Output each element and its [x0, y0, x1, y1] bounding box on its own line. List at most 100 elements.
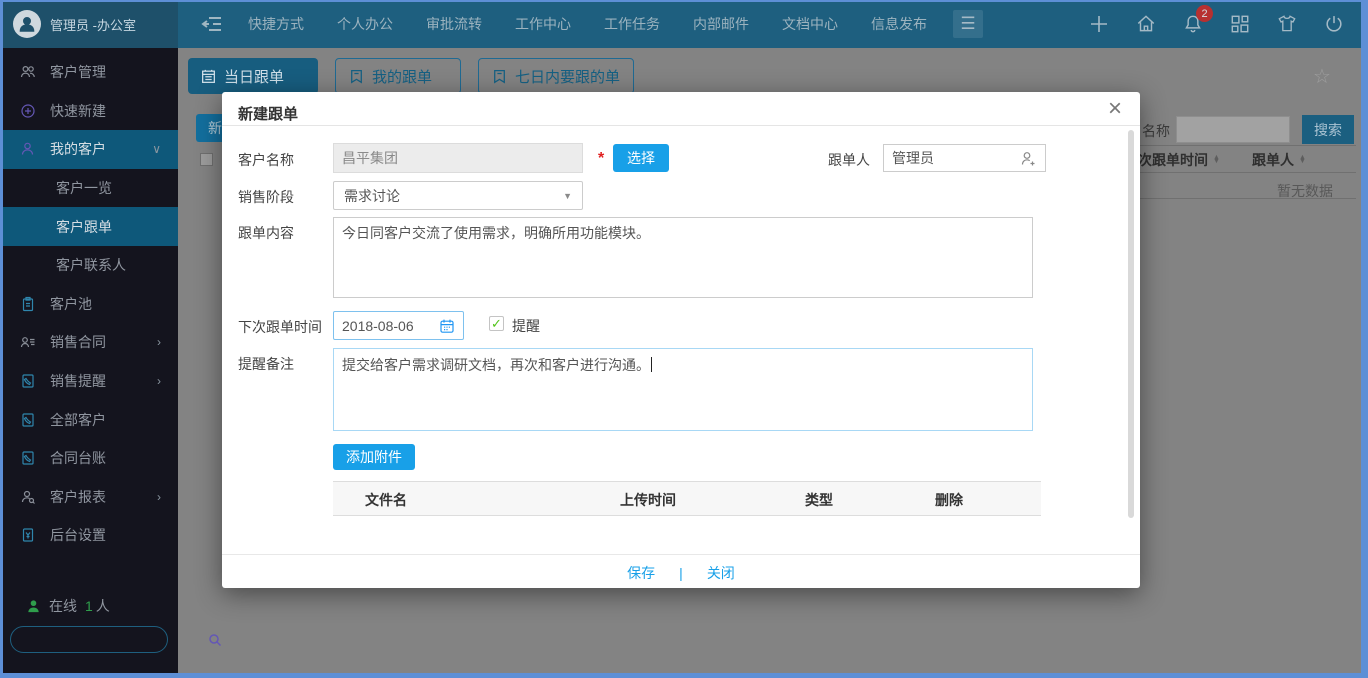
- sales-stage-select[interactable]: 需求讨论 ▼: [333, 181, 583, 210]
- person-add-icon[interactable]: [1020, 150, 1037, 167]
- remind-note-value: 提交给客户需求调研文档，再次和客户进行沟通。: [342, 357, 650, 373]
- theme-shirt-icon[interactable]: [1275, 12, 1299, 36]
- nav-item-docs[interactable]: 文档中心: [782, 14, 838, 34]
- sidebar-item-quick-create[interactable]: 快速新建: [0, 92, 178, 131]
- window-frame-left: [0, 0, 3, 678]
- col-upload-time: 上传时间: [620, 491, 676, 508]
- online-status: 在线 1 人: [0, 596, 178, 616]
- customer-name-input[interactable]: [333, 143, 583, 173]
- favorite-star-icon[interactable]: ☆: [1313, 64, 1331, 89]
- sidebar-item-contract-ledger[interactable]: 合同台账: [0, 439, 178, 478]
- top-navigation-bar: 管理员 -办公室 快捷方式 个人办公 审批流转 工作中心 工作任务 内部邮件 文…: [0, 0, 1368, 48]
- person-icon: [20, 141, 36, 157]
- dialog-footer: 保存 | 关闭: [222, 560, 1140, 586]
- sidebar-menu: 客户管理 快速新建 我的客户 ∨ 客户一览 客户跟单 客户联系人 客户池 销售合…: [0, 48, 222, 678]
- main-menu: 快捷方式 个人办公 审批流转 工作中心 工作任务 内部邮件 文档中心 信息发布: [248, 14, 927, 34]
- sidebar-item-label: 我的客户: [50, 141, 106, 158]
- add-icon[interactable]: [1087, 12, 1111, 36]
- sidebar-item-backend-settings[interactable]: 后台设置: [0, 516, 178, 555]
- add-attachment-button[interactable]: 添加附件: [333, 444, 415, 470]
- sidebar-item-sales-reminder[interactable]: 销售提醒 ›: [0, 362, 178, 401]
- tab-today-followup[interactable]: 当日跟单: [188, 58, 318, 94]
- search-button[interactable]: 搜索: [1302, 115, 1354, 144]
- nav-item-shortcuts[interactable]: 快捷方式: [248, 14, 304, 34]
- sidebar-item-customer-pool[interactable]: 客户池: [0, 285, 178, 324]
- sort-icon[interactable]: ▲ ▼: [1213, 154, 1220, 165]
- person-search-icon: [20, 489, 36, 505]
- tab-seven-day-followup[interactable]: 七日内要跟的单: [478, 58, 634, 94]
- window-frame-bottom: [0, 673, 1368, 678]
- plus-circle-icon: [20, 103, 36, 119]
- column-label: 跟单人: [1252, 152, 1294, 168]
- topbar-action-icons: 2: [1087, 5, 1368, 36]
- column-header-follower[interactable]: 跟单人 ▲ ▼: [1252, 150, 1306, 170]
- required-asterisk: *: [598, 150, 605, 167]
- calendar-icon[interactable]: [439, 318, 455, 334]
- sidebar-item-all-customers[interactable]: 全部客户: [0, 400, 178, 439]
- sidebar-item-label: 后台设置: [50, 527, 106, 544]
- notification-count-badge: 2: [1196, 5, 1213, 22]
- nav-item-worktask[interactable]: 工作任务: [604, 14, 660, 34]
- user-avatar-icon: [13, 10, 41, 38]
- select-customer-button[interactable]: 选择: [613, 144, 669, 172]
- nav-item-workcenter[interactable]: 工作中心: [515, 14, 571, 34]
- sidebar-item-customer-overview[interactable]: 客户一览: [0, 169, 178, 208]
- remind-note-textarea[interactable]: 提交给客户需求调研文档，再次和客户进行沟通。: [333, 348, 1033, 431]
- notifications-bell-icon[interactable]: 2: [1181, 5, 1213, 36]
- tab-my-followup[interactable]: 我的跟单: [335, 58, 461, 94]
- sidebar-item-customer-reports[interactable]: 客户报表 ›: [0, 478, 178, 517]
- contract-icon: [20, 334, 36, 350]
- sidebar-item-my-customers[interactable]: 我的客户 ∨: [0, 130, 178, 169]
- sidebar-collapse-icon[interactable]: [200, 14, 224, 34]
- col-delete: 删除: [935, 491, 963, 508]
- people-icon: [20, 64, 36, 80]
- close-icon[interactable]: ×: [1108, 94, 1122, 124]
- sidebar-search-input[interactable]: [11, 632, 207, 647]
- dialog-scrollbar[interactable]: [1128, 130, 1134, 518]
- logout-power-icon[interactable]: [1322, 12, 1346, 36]
- customer-name-label: 客户名称: [238, 152, 294, 168]
- sidebar-item-label: 销售合同: [50, 334, 106, 351]
- sidebar-item-label: 客户跟单: [56, 218, 112, 235]
- online-unit: 人: [95, 598, 110, 614]
- sidebar-item-sales-contract[interactable]: 销售合同 ›: [0, 323, 178, 362]
- remind-checkbox[interactable]: ✓: [489, 316, 504, 331]
- nav-item-approval[interactable]: 审批流转: [426, 14, 482, 34]
- followup-content-textarea[interactable]: [333, 217, 1033, 298]
- save-button[interactable]: 保存: [627, 563, 655, 583]
- nav-item-infopub[interactable]: 信息发布: [871, 14, 927, 34]
- next-followup-date-input[interactable]: [342, 317, 439, 334]
- nav-item-mail[interactable]: 内部邮件: [693, 14, 749, 34]
- sidebar-item-label: 销售提醒: [50, 373, 106, 390]
- online-count: 1: [85, 598, 93, 614]
- sidebar-item-customer-contacts[interactable]: 客户联系人: [0, 246, 178, 285]
- nav-item-personal[interactable]: 个人办公: [337, 14, 393, 34]
- apps-grid-icon[interactable]: [1228, 12, 1252, 36]
- sidebar-item-label: 客户报表: [50, 488, 106, 505]
- phonebook-icon: [20, 412, 36, 428]
- select-all-checkbox[interactable]: [200, 153, 213, 166]
- more-menu-icon[interactable]: ☰: [953, 10, 983, 38]
- search-icon[interactable]: [207, 632, 223, 648]
- online-person-icon: [26, 599, 41, 614]
- home-icon[interactable]: [1134, 12, 1158, 36]
- remind-label: 提醒: [512, 318, 540, 334]
- column-header-next-time[interactable]: 次跟单时间 ▲ ▼: [1138, 150, 1220, 170]
- sort-icon[interactable]: ▲ ▼: [1299, 154, 1306, 165]
- new-followup-dialog: 新建跟单 × 客户名称 * 选择 跟单人 销售阶段 需求讨论 ▼ 跟单内容 下次…: [222, 92, 1140, 588]
- sidebar-item-label: 客户联系人: [56, 257, 126, 274]
- chevron-right-icon: ›: [157, 335, 161, 350]
- sidebar-item-label: 全部客户: [50, 411, 106, 428]
- close-button[interactable]: 关闭: [707, 563, 735, 583]
- follower-input[interactable]: [892, 150, 1020, 166]
- sidebar-item-customer-followup[interactable]: 客户跟单: [0, 207, 178, 246]
- clipboard-icon: [20, 296, 36, 312]
- chevron-right-icon: ›: [157, 374, 161, 389]
- sidebar-item-customer-mgmt[interactable]: 客户管理: [0, 53, 178, 92]
- filter-name-input[interactable]: [1176, 116, 1290, 143]
- window-frame-right[interactable]: [1361, 0, 1368, 678]
- sidebar-item-label: 快速新建: [50, 102, 106, 119]
- remind-note-label: 提醒备注: [238, 356, 294, 372]
- current-user-block[interactable]: 管理员 -办公室: [0, 0, 178, 48]
- column-label: 次跟单时间: [1138, 152, 1208, 168]
